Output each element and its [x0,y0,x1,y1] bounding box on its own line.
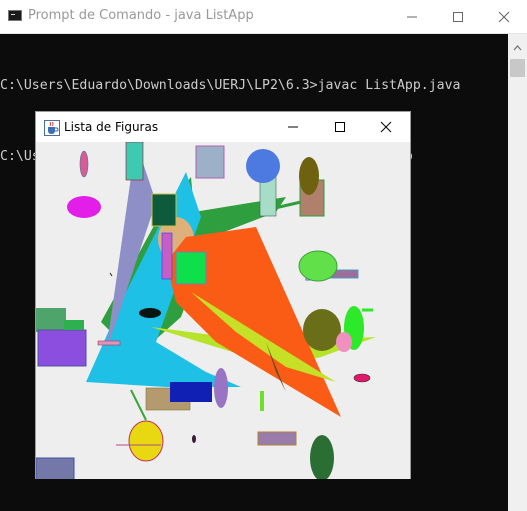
figure-ellipse-black [139,308,161,318]
figure-ellipse-violet [214,368,228,408]
figure-rect-lime [260,391,264,411]
figure-rect-green [175,251,207,285]
figure-rect-magenta [161,232,173,280]
java-window: Lista de Figuras [35,111,411,479]
maximize-icon [453,12,463,22]
console-app-icon [8,10,22,21]
figure-line-green-2 [130,389,147,421]
figure-rect-sage [36,308,66,332]
console-scrollbar[interactable] [508,34,527,511]
console-titlebar[interactable]: Prompt de Comando - java ListApp [0,0,527,34]
java-minimize-button[interactable] [270,110,316,143]
java-cup-icon [44,120,60,136]
figure-rect-mauve-2 [257,431,297,446]
console-title: Prompt de Comando - java ListApp [28,8,254,23]
figure-ellipse-dark [192,435,196,443]
figure-rect-purple [37,329,87,367]
chevron-up-icon [513,45,522,51]
figure-rect-darkgreen [151,193,177,227]
figure-rect-green-small [64,320,84,330]
figure-ellipse-blue [246,149,280,183]
java-window-title: Lista de Figuras [64,120,159,134]
java-titlebar[interactable]: Lista de Figuras [36,112,410,142]
figure-ellipse-pink-2 [336,332,352,352]
close-icon [380,121,392,133]
figure-ellipse-olive-2 [303,309,341,351]
java-close-button[interactable] [363,110,409,143]
console-close-button[interactable] [481,0,527,33]
java-maximize-button[interactable] [317,110,363,143]
figure-line-dark [109,272,113,277]
figure-rect-pink [97,340,121,346]
figures-drawing [36,142,376,479]
figure-ellipse-yellow [128,420,164,462]
minimize-icon [288,126,298,128]
console-maximize-button[interactable] [435,0,481,33]
figure-ellipse-magenta [67,196,101,218]
figure-ellipse-olive [299,157,319,195]
scroll-thumb[interactable] [510,59,525,77]
console-minimize-button[interactable] [389,0,435,33]
figure-rect-lavender [195,145,225,179]
scroll-up-arrow[interactable] [508,40,527,54]
figure-ellipse-pink [79,150,89,178]
figure-ellipse-cyan [105,354,117,360]
maximize-icon [335,122,345,132]
console-line: C:\Users\Eduardo\Downloads\UERJ\LP2\6.3>… [0,78,461,93]
figure-ellipse-lime [298,250,338,282]
figure-rect-slate [36,457,75,479]
figure-ellipse-crimson [353,373,371,383]
figures-canvas[interactable] [36,142,410,479]
figure-rect-navy [170,382,212,402]
figure-rect-teal [125,142,144,181]
figure-ellipse-forest [310,435,334,479]
minimize-icon [407,16,417,18]
close-icon [498,11,510,23]
